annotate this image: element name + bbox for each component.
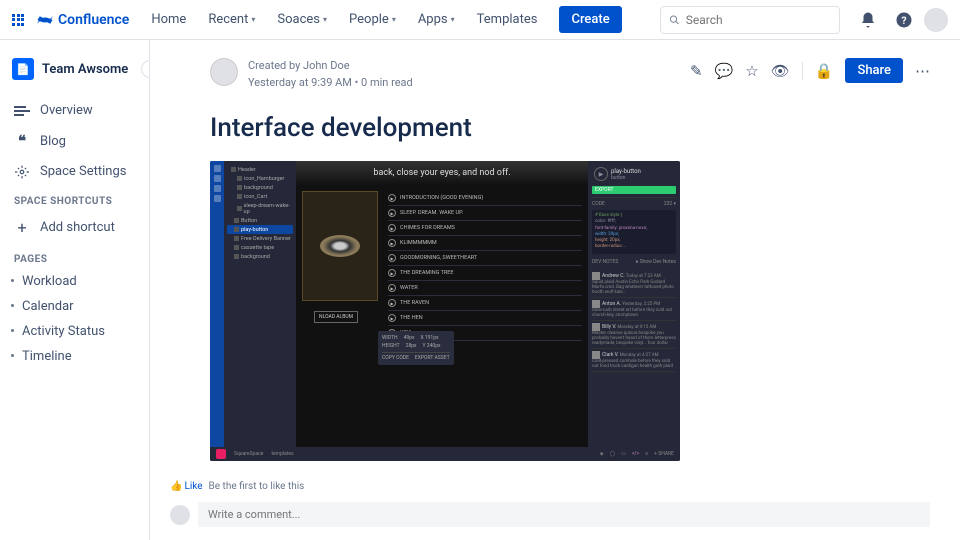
embed-toolbar xyxy=(210,161,224,461)
space-icon: 📄 xyxy=(12,58,34,80)
search-icon xyxy=(669,14,680,26)
restrictions-icon[interactable]: 🔒 xyxy=(815,62,834,80)
embed-download-btn: NLOAD ALBUM xyxy=(314,311,358,323)
comment-composer xyxy=(170,502,930,527)
main-content: ✎ 💬 ☆ 👁 🔒 Share ⋯ Created by John Doe Ye… xyxy=(150,40,960,540)
chevron-down-icon: ▾ xyxy=(323,15,327,24)
embedded-screenshot: Headericon_Hamburgerbackgroundicon_Carts… xyxy=(210,161,680,461)
search-input[interactable] xyxy=(686,13,831,27)
nav-templates[interactable]: Templates xyxy=(467,6,548,33)
embed-inspect-popup: WIDTH49pxX 191px HEIGHT28pxY 240px COPY … xyxy=(378,331,454,365)
watch-icon[interactable]: 👁 xyxy=(771,62,790,80)
like-bar: 👍 Like Be the first to like this xyxy=(170,481,930,492)
overview-icon xyxy=(14,105,30,117)
sidebar: ‹ 📄 Team Awsome Overview ❝Blog Space Set… xyxy=(0,40,150,540)
page-timeline[interactable]: Timeline xyxy=(8,344,141,369)
user-avatar[interactable] xyxy=(924,8,948,32)
embed-track-list: ▶INTRODUCTION (GOOD EVENING)▶SLEEP. DREA… xyxy=(388,191,582,341)
embed-export-btn: EXPORT xyxy=(592,186,676,194)
comment-icon[interactable]: 💬 xyxy=(715,62,734,80)
add-shortcut-button[interactable]: +Add shortcut xyxy=(8,211,141,244)
page-activity-status[interactable]: Activity Status xyxy=(8,319,141,344)
comment-avatar xyxy=(170,505,190,525)
page-title: Interface development xyxy=(210,113,930,143)
gear-icon xyxy=(14,165,30,179)
nav-people[interactable]: People▾ xyxy=(339,6,406,33)
sidebar-settings[interactable]: Space Settings xyxy=(8,157,141,186)
page-dateline: Yesterday at 9:39 AM • 0 min read xyxy=(248,75,413,92)
page-actions: ✎ 💬 ☆ 👁 🔒 Share ⋯ xyxy=(690,58,930,83)
embed-layer-tree: Headericon_Hamburgerbackgroundicon_Carts… xyxy=(224,161,296,461)
chevron-down-icon: ▾ xyxy=(251,15,255,24)
edit-icon[interactable]: ✎ xyxy=(690,62,703,80)
page-workload[interactable]: Workload xyxy=(8,269,141,294)
sidebar-blog[interactable]: ❝Blog xyxy=(8,125,141,157)
space-header[interactable]: 📄 Team Awsome xyxy=(8,52,141,86)
search-box[interactable] xyxy=(660,6,840,34)
top-nav: Confluence Home Recent▾ Soaces▾ People▾ … xyxy=(0,0,960,40)
page-calendar[interactable]: Calendar xyxy=(8,294,141,319)
author-avatar[interactable] xyxy=(210,58,238,86)
chevron-down-icon: ▾ xyxy=(392,15,396,24)
help-icon[interactable]: ? xyxy=(892,8,916,32)
like-prompt: Be the first to like this xyxy=(209,481,305,492)
embed-bottom-bar: SquareSpacetemplates ◈◯▭</>≡+ SHARE xyxy=(210,447,680,461)
embed-hero-text: back, close your eyes, and nod off. xyxy=(296,161,588,185)
confluence-icon xyxy=(36,11,54,29)
created-by: Created by John Doe xyxy=(248,58,413,75)
sidebar-pages-heading: PAGES xyxy=(8,244,141,269)
space-name: Team Awsome xyxy=(42,62,128,77)
nav-home[interactable]: Home xyxy=(141,6,196,33)
logo-text: Confluence xyxy=(58,12,129,28)
comment-input[interactable] xyxy=(198,502,930,527)
apps-switcher-icon[interactable] xyxy=(12,14,24,26)
confluence-logo[interactable]: Confluence xyxy=(36,11,129,29)
nav-spaces[interactable]: Soaces▾ xyxy=(267,6,337,33)
embed-album-art xyxy=(302,191,378,301)
like-button[interactable]: 👍 Like xyxy=(170,481,203,492)
share-button[interactable]: Share xyxy=(845,58,903,83)
blog-icon: ❝ xyxy=(14,132,30,150)
embed-inspector-panel: ▶ play-buttonbutton EXPORT CODE232 ▾ # B… xyxy=(588,161,680,461)
sidebar-overview[interactable]: Overview xyxy=(8,96,141,125)
sidebar-collapse-button[interactable]: ‹ xyxy=(141,60,150,78)
more-actions-icon[interactable]: ⋯ xyxy=(915,62,930,80)
plus-icon: + xyxy=(14,218,30,237)
chevron-down-icon: ▾ xyxy=(451,15,455,24)
star-icon[interactable]: ☆ xyxy=(745,62,758,80)
nav-recent[interactable]: Recent▾ xyxy=(198,6,265,33)
svg-text:?: ? xyxy=(901,13,906,26)
create-button[interactable]: Create xyxy=(559,6,621,33)
nav-links: Home Recent▾ Soaces▾ People▾ Apps▾ Templ… xyxy=(141,6,547,33)
nav-apps[interactable]: Apps▾ xyxy=(408,6,465,33)
embed-canvas: 350400450500550600 back, close your eyes… xyxy=(296,161,588,461)
sidebar-shortcuts-heading: SPACE SHORTCUTS xyxy=(8,186,141,211)
notifications-icon[interactable] xyxy=(856,8,880,32)
